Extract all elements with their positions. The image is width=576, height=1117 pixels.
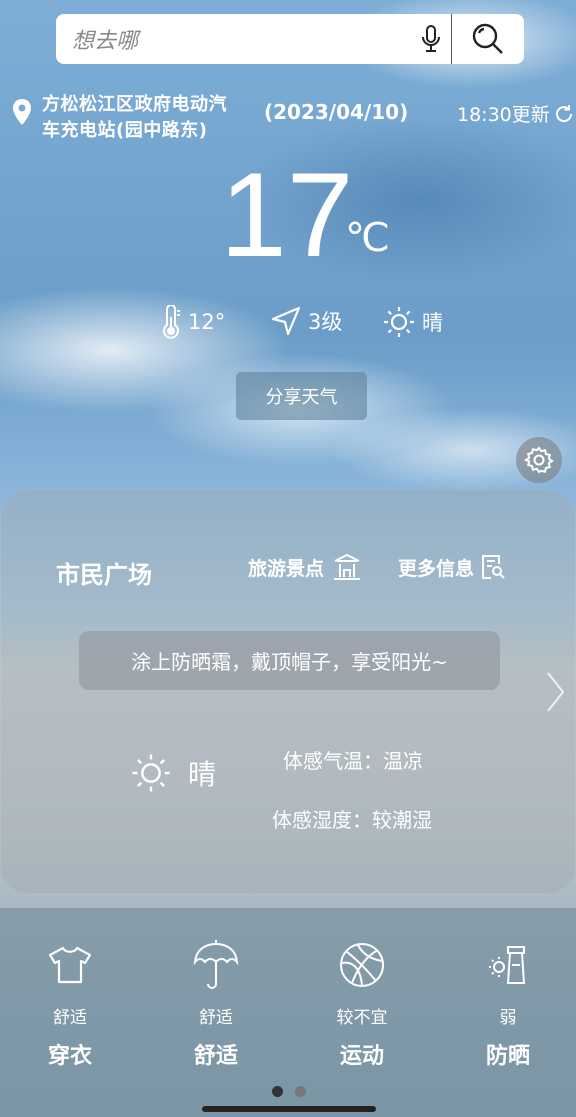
temple-icon — [334, 553, 361, 580]
place-name: 市民广场 — [56, 561, 152, 589]
sun-icon — [384, 307, 414, 337]
shirt-icon — [48, 946, 92, 984]
basketball-icon — [340, 943, 384, 987]
sun-icon — [132, 754, 170, 792]
card-condition: 晴 — [130, 752, 216, 794]
weather-tip: 涂上防晒霜，戴顶帽子，享受阳光~ — [79, 631, 500, 690]
weather-detail-card — [0, 489, 576, 894]
search-icon[interactable] — [452, 14, 524, 64]
tourist-attractions-link[interactable]: 旅游景点 — [248, 553, 362, 581]
location-name-line1[interactable]: 方松松江区政府电动汽 — [42, 90, 227, 116]
umbrella-icon — [193, 940, 239, 989]
more-info-link[interactable]: 更多信息 — [398, 553, 506, 581]
document-search-icon — [482, 555, 505, 579]
life-index-sunscreen[interactable]: 弱 防晒 — [448, 937, 568, 1070]
update-time[interactable]: 18:30更新 — [457, 100, 574, 127]
life-index-clothing[interactable]: 舒适 穿衣 — [10, 937, 130, 1070]
current-temperature: 17 — [220, 148, 354, 282]
home-indicator[interactable] — [202, 1106, 376, 1112]
page-dot[interactable] — [295, 1086, 306, 1097]
weather-condition: 晴 — [382, 305, 443, 339]
thermometer-icon — [163, 305, 180, 339]
feel-humidity: 体感湿度：较潮湿 — [272, 808, 432, 832]
life-index-comfort[interactable]: 舒适 舒适 — [156, 937, 276, 1070]
location-name-line2[interactable]: 车充电站(园中路东) — [42, 116, 207, 142]
life-index-sport[interactable]: 较不宜 运动 — [302, 937, 422, 1070]
location-pin-icon — [12, 98, 32, 130]
microphone-icon[interactable] — [411, 14, 451, 64]
share-weather-button[interactable]: 分享天气 — [236, 372, 367, 420]
chevron-right-icon[interactable] — [544, 670, 566, 718]
refresh-icon[interactable] — [554, 104, 574, 124]
update-time-label: 18:30更新 — [457, 104, 550, 126]
low-temperature: 12° — [160, 305, 225, 339]
search-bar[interactable]: 想去哪 — [56, 14, 524, 64]
temperature-unit: ℃ — [345, 216, 390, 260]
wind-level: 3级 — [270, 305, 342, 337]
weather-stats: 12° 3级 晴 — [0, 305, 576, 345]
feel-temperature: 体感气温：温凉 — [283, 749, 423, 773]
page-indicator — [272, 1086, 306, 1097]
current-date: (2023/04/10) — [264, 100, 409, 124]
search-input[interactable]: 想去哪 — [56, 23, 411, 55]
gear-icon — [524, 446, 554, 474]
settings-button[interactable] — [516, 437, 562, 483]
sunscreen-icon — [489, 946, 526, 984]
navigation-arrow-icon — [271, 306, 301, 336]
page-dot-active[interactable] — [272, 1086, 283, 1097]
